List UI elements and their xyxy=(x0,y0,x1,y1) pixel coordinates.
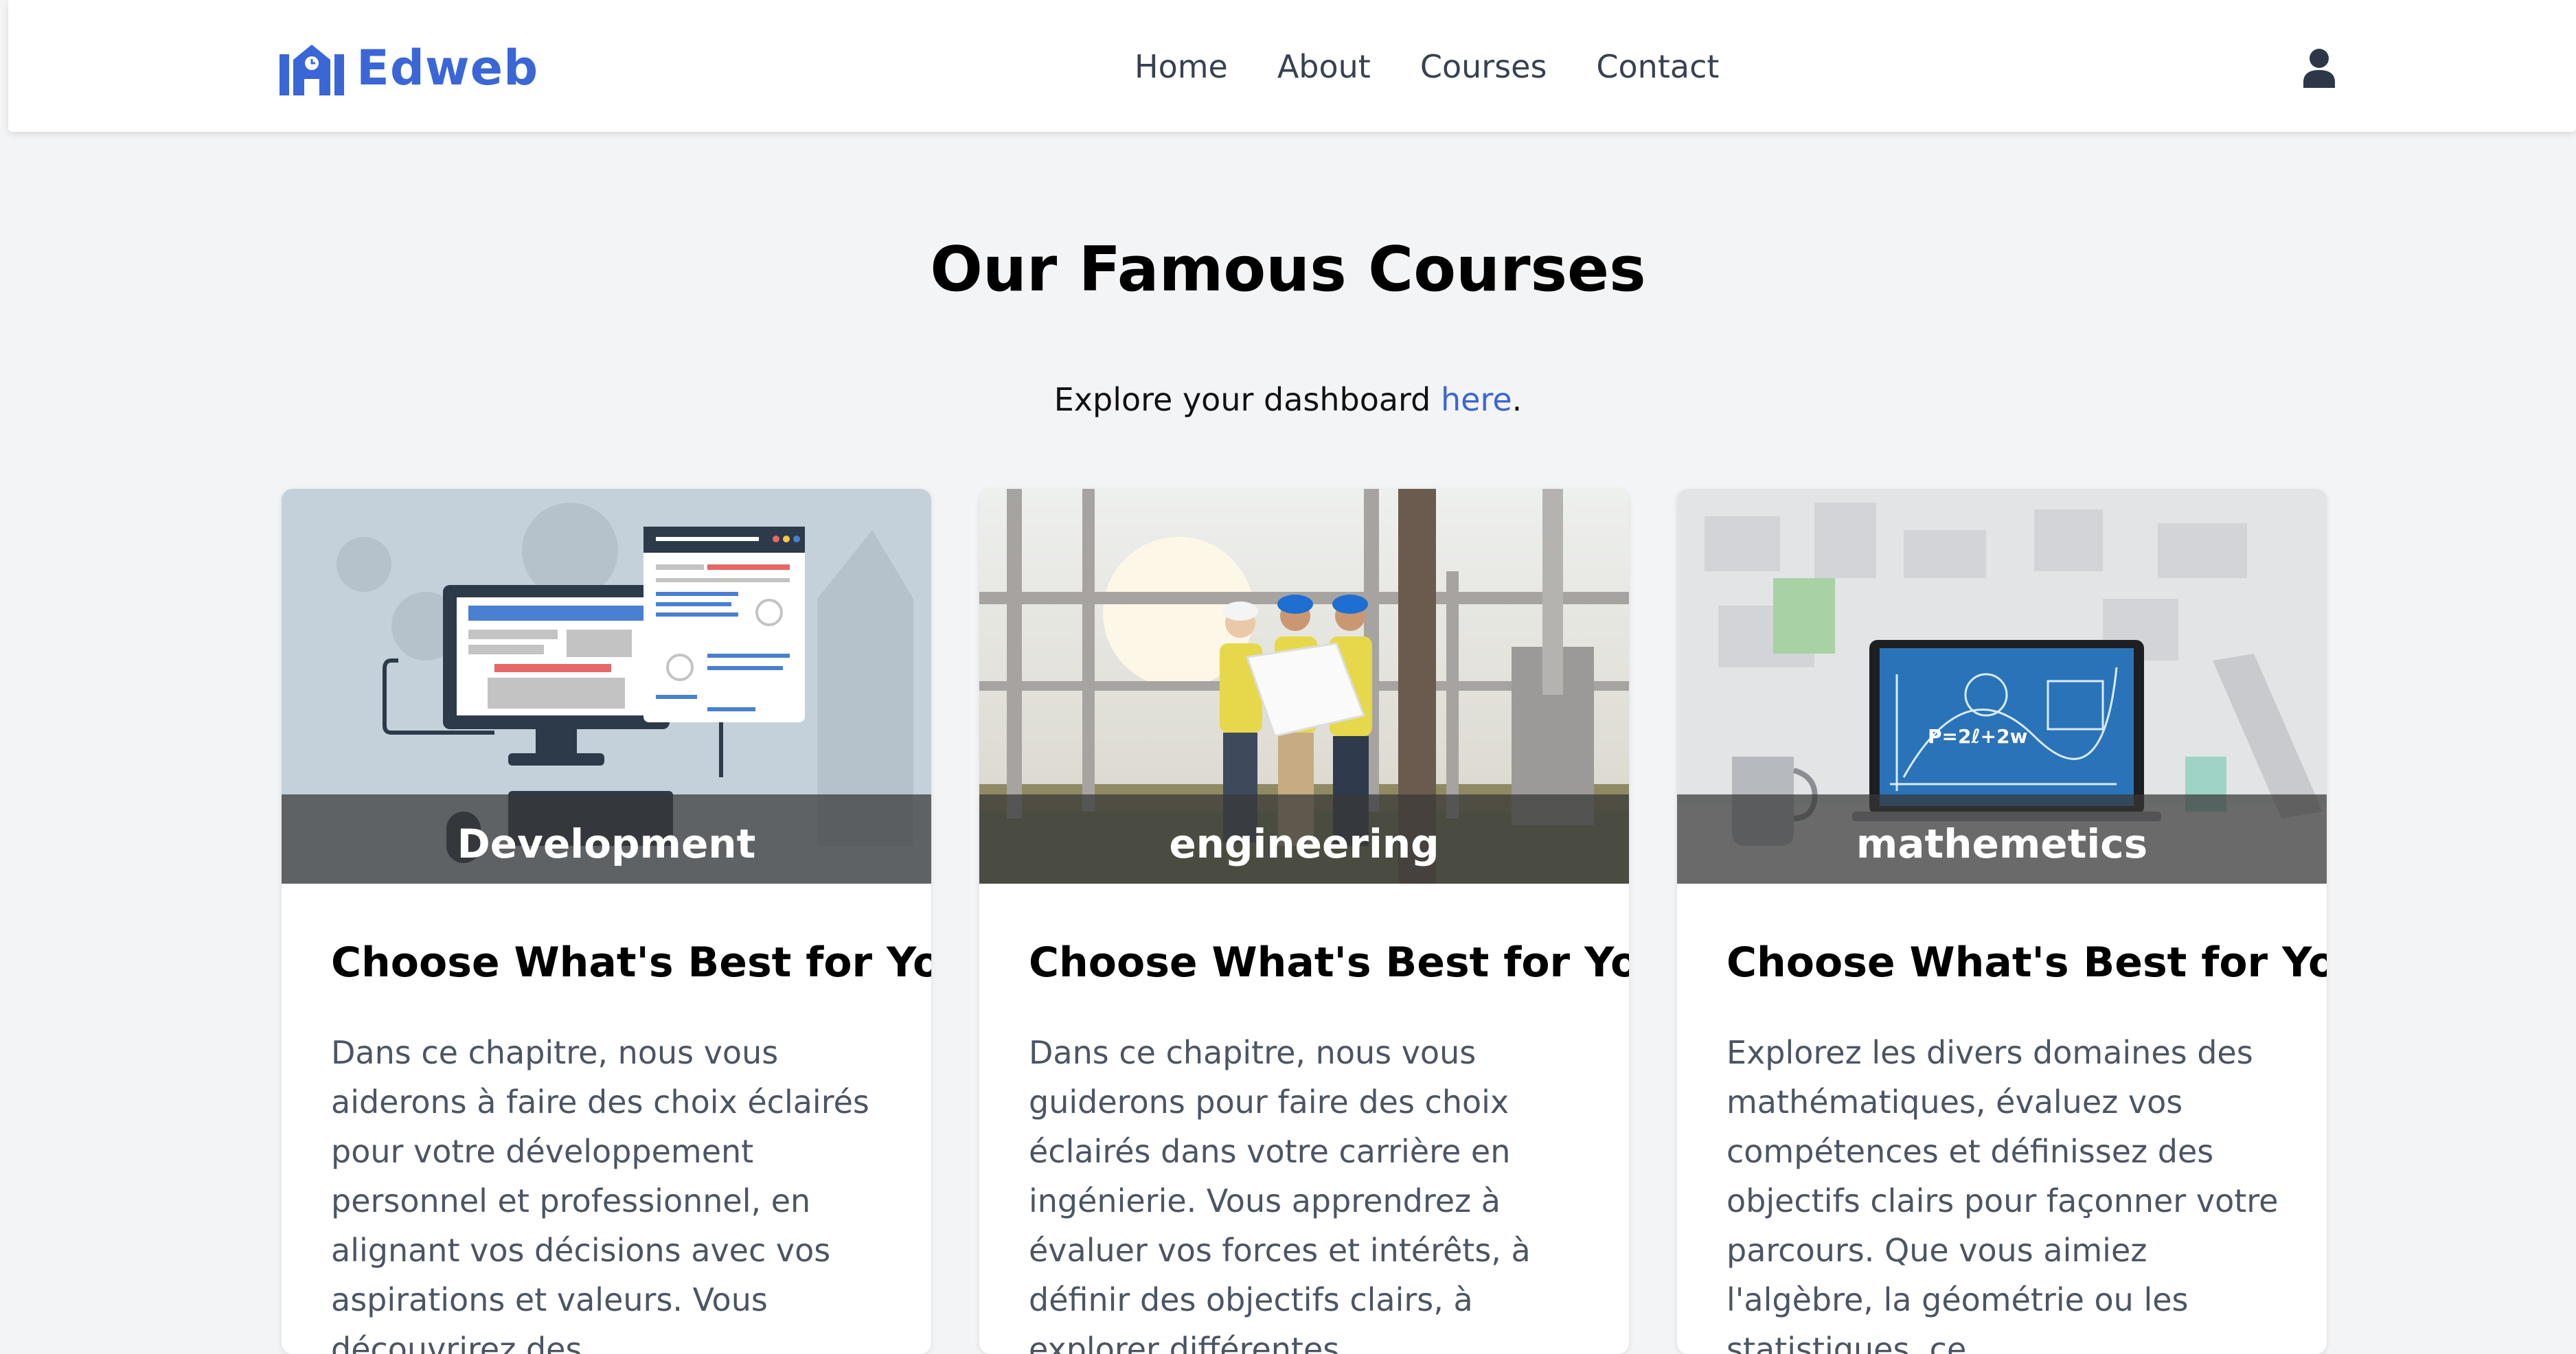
explore-end: . xyxy=(1512,381,1523,418)
nav-home[interactable]: Home xyxy=(1135,48,1228,85)
card-title: Choose What's Best for You! xyxy=(1029,939,1629,987)
nav-about[interactable]: About xyxy=(1277,48,1371,85)
top-navbar: Edweb Home About Courses Contact xyxy=(8,0,2576,132)
card-description: Dans ce chapitre, nous vous guiderons po… xyxy=(1029,1034,1531,1354)
school-icon xyxy=(280,45,344,95)
brand-logo[interactable]: Edweb xyxy=(280,40,538,96)
course-card-mathematics[interactable]: P=2ℓ+2w mathemetics Choose What's Best f… xyxy=(1677,489,2327,1354)
category-banner: Development xyxy=(282,794,931,884)
card-description: Dans ce chapitre, nous vous aiderons à f… xyxy=(331,1034,869,1354)
explore-text: Explore your dashboard xyxy=(1053,381,1441,418)
category-banner: mathemetics xyxy=(1677,794,2327,884)
svg-text:P=2ℓ+2w: P=2ℓ+2w xyxy=(1928,725,2027,748)
card-image: Development xyxy=(282,489,931,884)
course-card-engineering[interactable]: engineering Choose What's Best for You! … xyxy=(979,489,1629,1354)
course-card-development[interactable]: Development Choose What's Best for You! … xyxy=(282,489,931,1354)
category-label: Development xyxy=(457,821,756,867)
nav-contact[interactable]: Contact xyxy=(1596,48,1719,85)
card-description: Explorez les divers domaines des mathéma… xyxy=(1726,1034,2279,1354)
card-title: Choose What's Best for You! xyxy=(1726,939,2327,987)
explore-line: Explore your dashboard here. xyxy=(0,381,2576,418)
page-title: Our Famous Courses xyxy=(930,233,1646,306)
card-title: Choose What's Best for You! xyxy=(331,939,931,987)
category-label: mathemetics xyxy=(1856,821,2148,867)
category-banner: engineering xyxy=(979,794,1629,884)
card-image: P=2ℓ+2w mathemetics xyxy=(1677,489,2327,884)
category-label: engineering xyxy=(1169,821,1439,867)
nav-courses[interactable]: Courses xyxy=(1420,48,1547,85)
card-image: engineering xyxy=(979,489,1629,884)
main-nav: Home About Courses Contact xyxy=(1135,48,1768,85)
dashboard-link[interactable]: here xyxy=(1441,381,1512,418)
brand-name: Edweb xyxy=(356,40,539,96)
user-icon[interactable] xyxy=(2302,48,2336,88)
